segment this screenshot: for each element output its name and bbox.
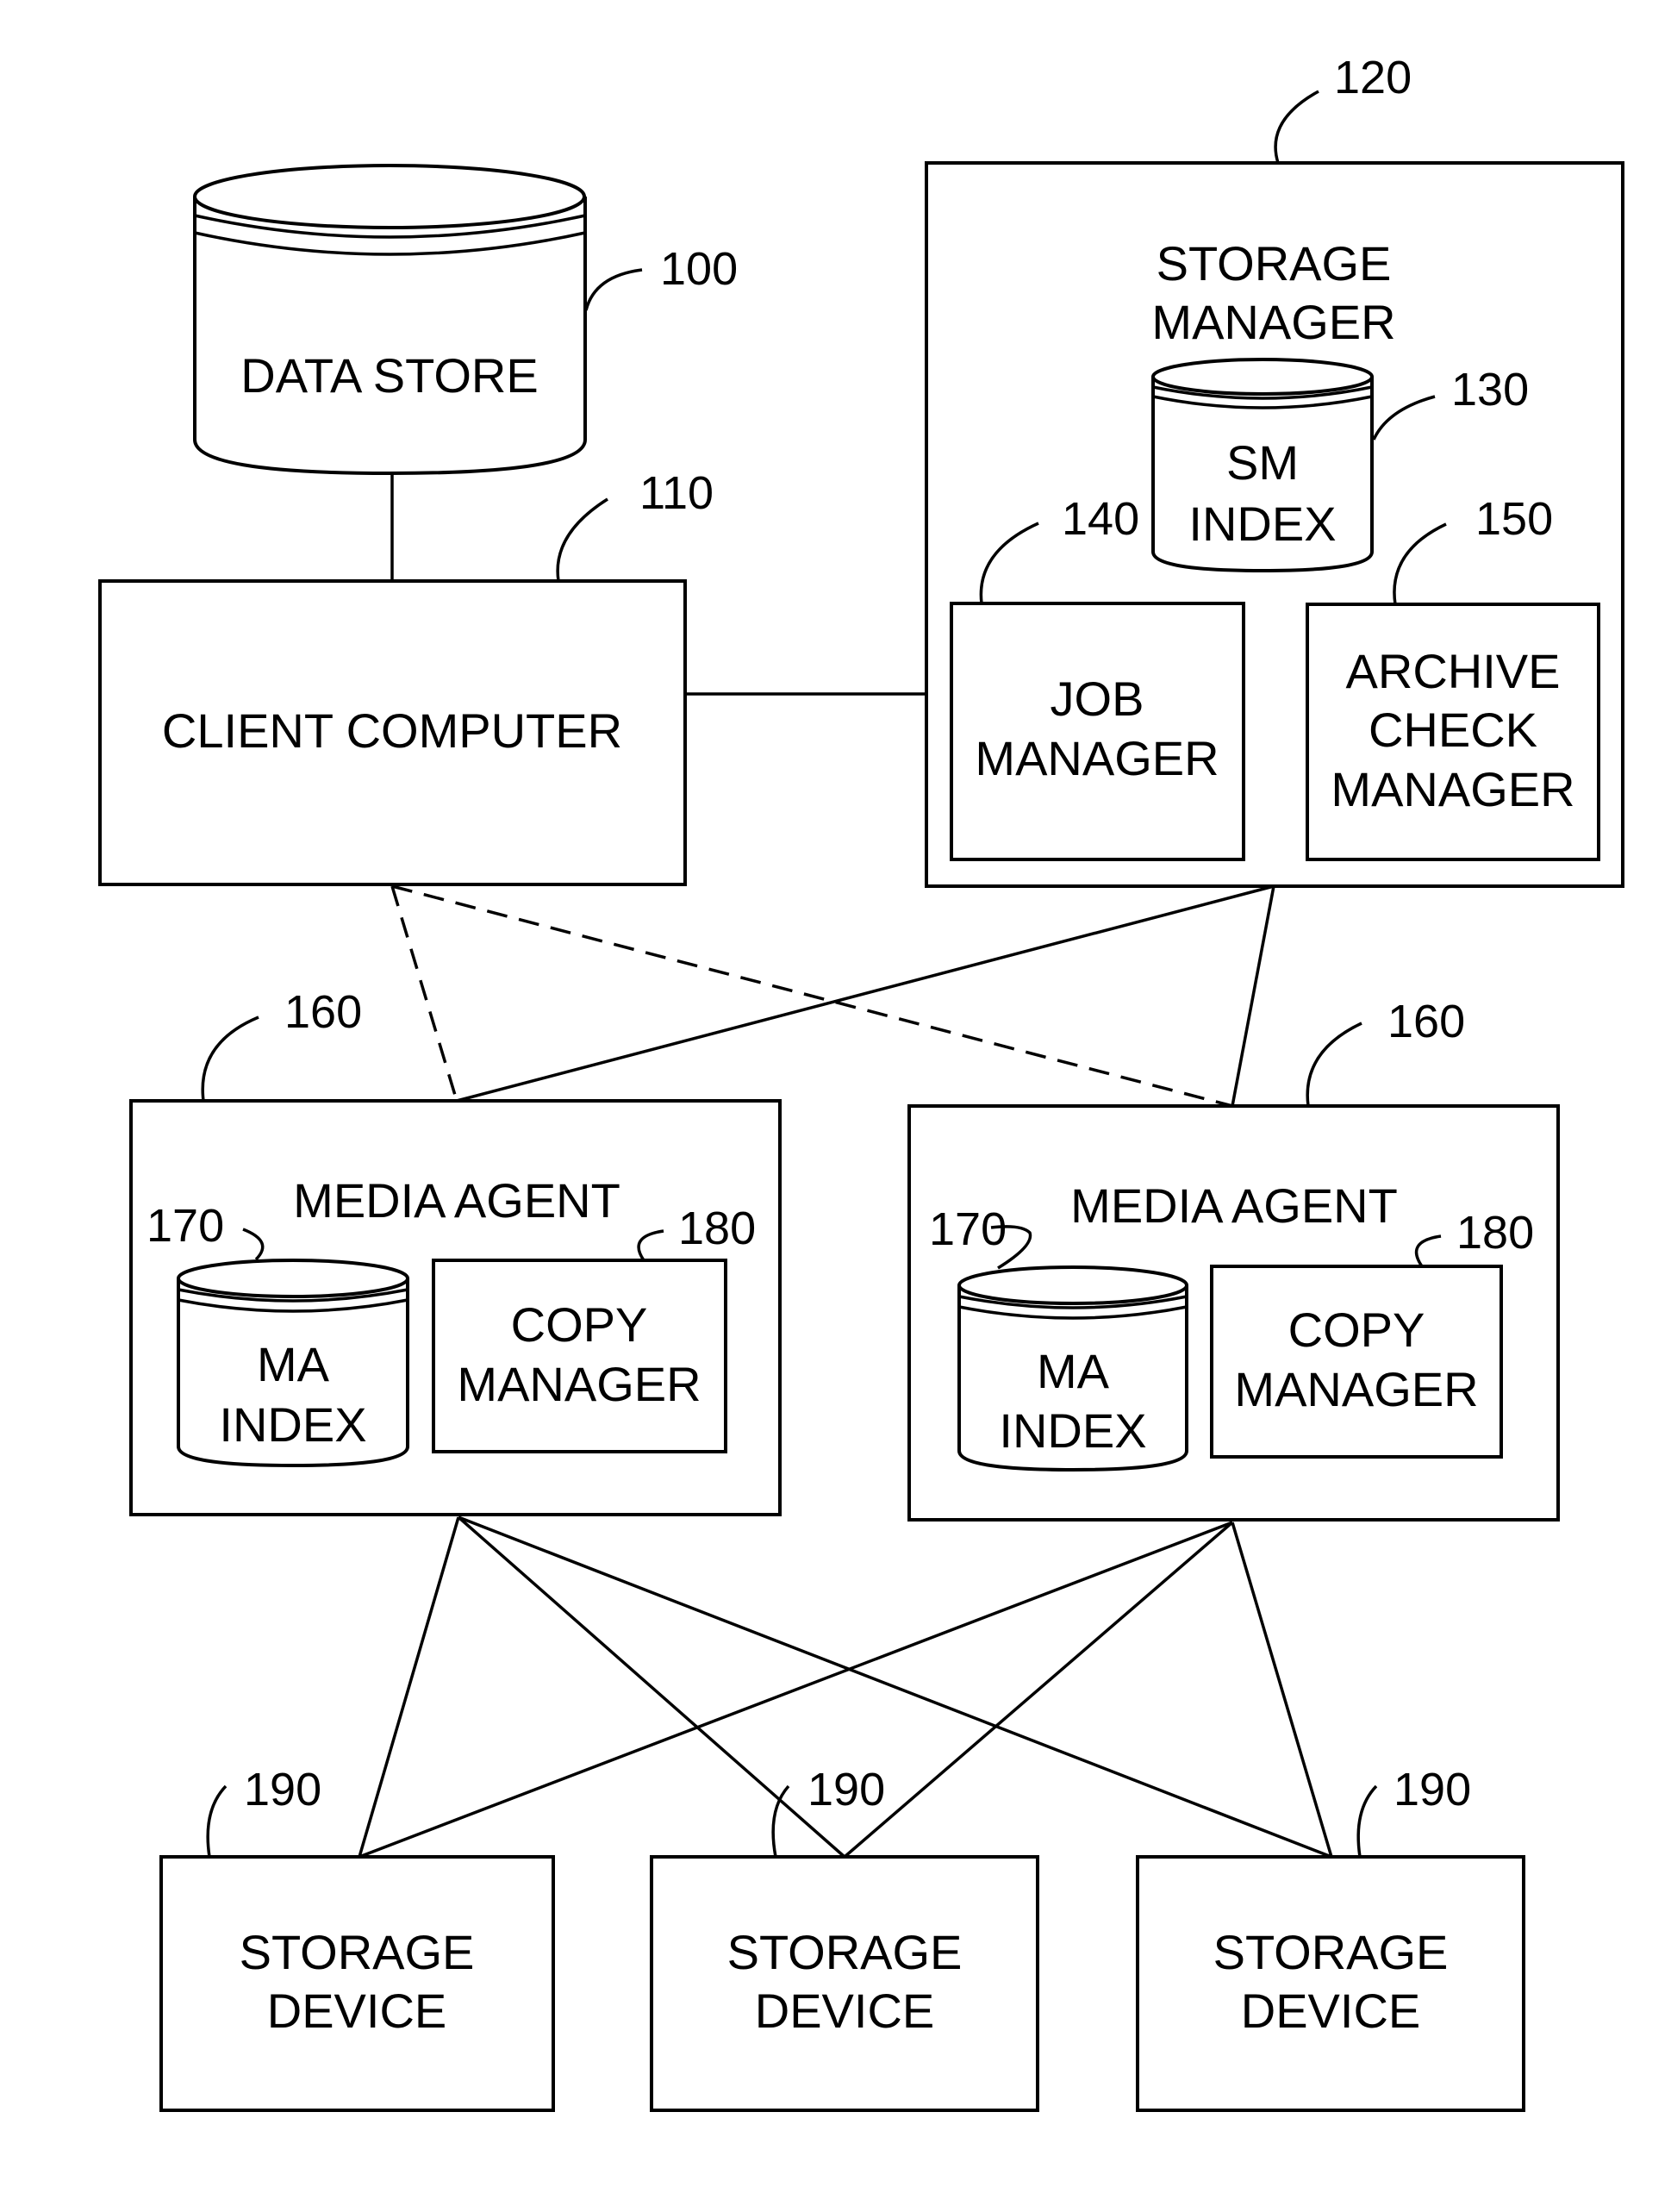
archive-check-manager[interactable]: ARCHIVE CHECK MANAGER	[1306, 603, 1600, 861]
ma-index-right-cylinder-top	[957, 1265, 1188, 1305]
ma-index-left-label-line1: MA	[257, 1337, 330, 1391]
client-computer-label: CLIENT COMPUTER	[162, 703, 622, 758]
job-manager[interactable]: JOB MANAGER	[950, 602, 1245, 861]
media-agent-left-ref-leader	[201, 1015, 259, 1102]
link-ma-left-device-1	[358, 1516, 460, 1858]
copy-manager-right-label-line1: COPY	[1288, 1303, 1425, 1357]
client-computer-ref-leader	[556, 497, 608, 582]
archive-check-manager-label-line3: MANAGER	[1331, 762, 1574, 816]
ma-index-right-ref: 170	[929, 1203, 1007, 1255]
job-manager-label-line1: JOB	[1051, 672, 1144, 726]
copy-manager-right-ref: 180	[1456, 1207, 1534, 1259]
copy-manager-left-ref: 180	[678, 1203, 756, 1254]
ma-index-right-label-line1: MA	[1037, 1344, 1110, 1398]
link-ma-right-device-3	[1231, 1522, 1333, 1858]
ma-index-left-cylinder-top	[177, 1259, 409, 1298]
data-store-label: DATA STORE	[240, 348, 538, 403]
data-store-ref: 100	[660, 243, 738, 295]
ma-index-left-label-line2: INDEX	[219, 1397, 366, 1452]
sm-index-ref: 130	[1451, 364, 1529, 416]
client-computer-ref: 110	[639, 467, 714, 519]
archive-check-manager-label-line1: ARCHIVE	[1346, 644, 1561, 698]
archive-check-manager-label-line2: CHECK	[1369, 703, 1537, 757]
job-manager-ref: 140	[1062, 493, 1139, 545]
sm-index-cylinder-top	[1151, 358, 1374, 396]
link-ma-left-device-2	[457, 1515, 846, 1859]
storage-device-2-label-line2: DEVICE	[755, 1984, 935, 2038]
storage-device-1-ref: 190	[244, 1764, 321, 1815]
copy-manager-left-label-line2: MANAGER	[457, 1357, 701, 1411]
copy-manager-left-box	[432, 1259, 727, 1453]
link-ma-left-device-3	[458, 1515, 1332, 1859]
storage-device-1[interactable]: STORAGE DEVICE	[159, 1855, 555, 2112]
link-ma-right-device-1	[359, 1521, 1233, 1859]
storage-device-3-ref: 190	[1394, 1764, 1471, 1815]
storage-device-1-label-line2: DEVICE	[267, 1984, 447, 2038]
media-agent-left-label: MEDIA AGENT	[293, 1173, 620, 1228]
data-store[interactable]: DATA STORE	[193, 164, 587, 476]
storage-device-1-label-line1: STORAGE	[240, 1925, 475, 1979]
data-store-cylinder-top	[193, 164, 586, 229]
storage-manager-ref-leader	[1274, 90, 1319, 164]
link-storage-manager-media-agent-right	[1231, 885, 1275, 1107]
sm-index[interactable]: SM INDEX	[1151, 358, 1374, 573]
data-store-ref-leader	[584, 268, 643, 311]
storage-device-3-label-line2: DEVICE	[1241, 1984, 1421, 2038]
ma-index-left[interactable]: MA INDEX	[177, 1259, 409, 1468]
storage-device-3-ref-leader	[1356, 1784, 1378, 1858]
copy-manager-right-label-line2: MANAGER	[1234, 1362, 1478, 1416]
storage-device-2-ref: 190	[807, 1764, 885, 1815]
media-agent-right-ref-leader	[1306, 1022, 1362, 1107]
client-computer[interactable]: CLIENT COMPUTER	[98, 579, 687, 886]
job-manager-label-line2: MANAGER	[975, 731, 1219, 785]
storage-device-3-label-line1: STORAGE	[1213, 1925, 1449, 1979]
copy-manager-right[interactable]: COPY MANAGER	[1210, 1265, 1503, 1459]
ma-index-right[interactable]: MA INDEX	[957, 1265, 1188, 1472]
sm-index-label-line2: INDEX	[1188, 497, 1336, 551]
storage-manager-ref: 120	[1334, 52, 1412, 103]
link-client-media-agent-left	[390, 885, 458, 1102]
link-storage-manager-media-agent-left	[456, 884, 1275, 1103]
storage-device-1-ref-leader	[206, 1784, 228, 1858]
system-diagram: DATA STORE 100 CLIENT COMPUTER 110 STORA…	[98, 52, 1624, 2112]
storage-device-3[interactable]: STORAGE DEVICE	[1136, 1855, 1525, 2112]
storage-manager-label-line1: STORAGE	[1157, 236, 1392, 291]
link-client-media-agent-right	[391, 884, 1233, 1108]
storage-device-2-label-line1: STORAGE	[727, 1925, 963, 1979]
copy-manager-left-label-line1: COPY	[511, 1297, 648, 1352]
ma-index-right-label-line2: INDEX	[999, 1403, 1146, 1458]
media-agent-right-label: MEDIA AGENT	[1070, 1178, 1398, 1233]
media-agent-left-ref: 160	[284, 986, 362, 1038]
storage-device-2[interactable]: STORAGE DEVICE	[650, 1855, 1039, 2112]
copy-manager-left[interactable]: COPY MANAGER	[432, 1259, 727, 1453]
sm-index-label-line1: SM	[1226, 435, 1299, 490]
storage-manager-label-line2: MANAGER	[1151, 295, 1395, 349]
ma-index-left-ref: 170	[147, 1200, 224, 1252]
media-agent-right-ref: 160	[1387, 996, 1465, 1047]
archive-check-manager-ref: 150	[1475, 493, 1553, 545]
